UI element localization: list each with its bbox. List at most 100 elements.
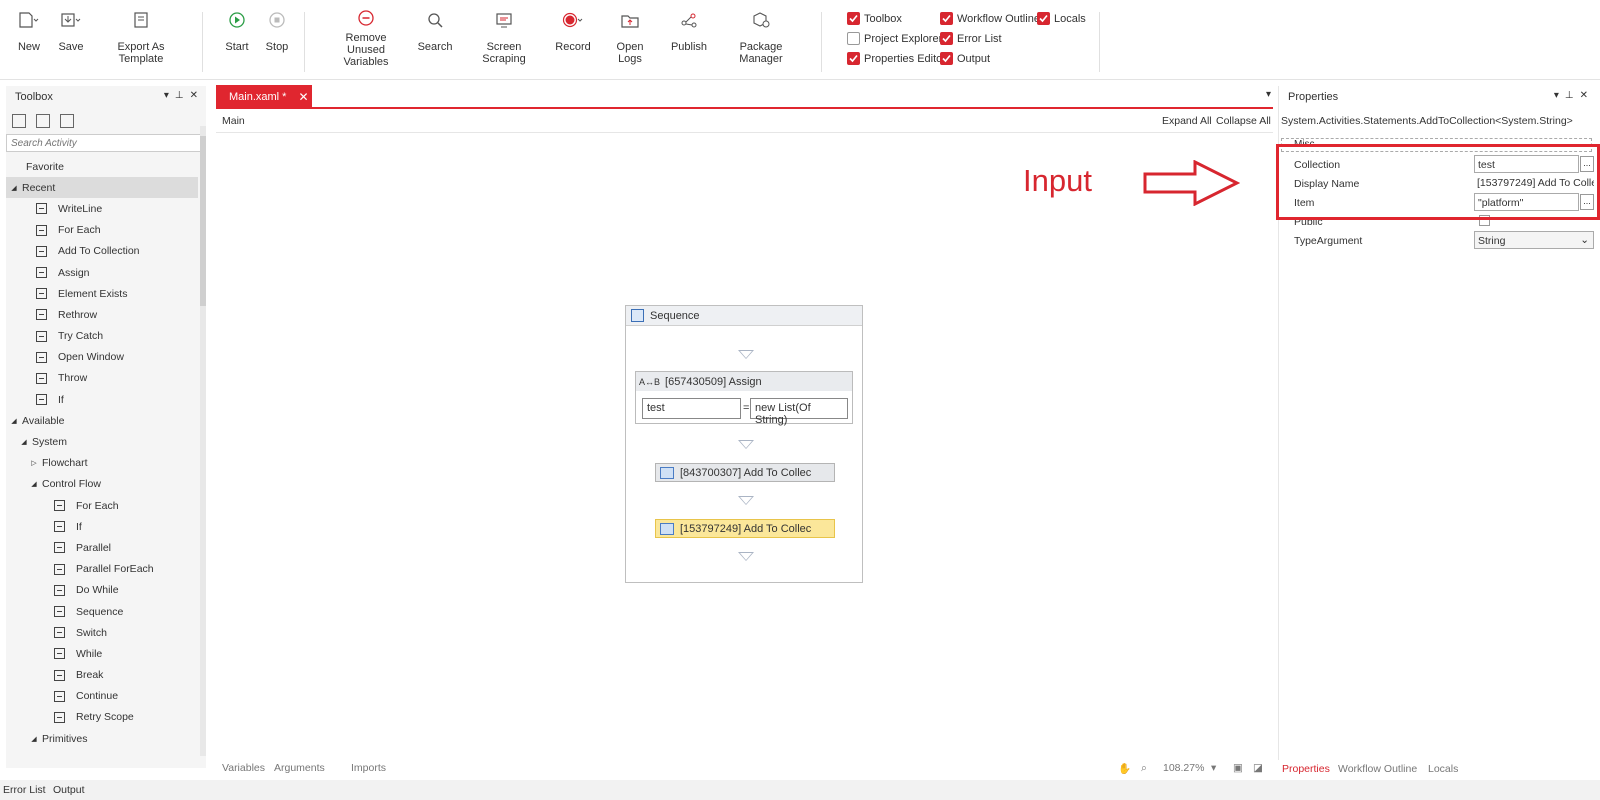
dropdown-icon[interactable]: ▾ xyxy=(1554,90,1559,101)
toggle-project-explorer[interactable]: Project Explorer xyxy=(847,32,942,45)
toolbox-scrollbar[interactable] xyxy=(200,126,206,756)
start-button[interactable]: Start xyxy=(224,8,250,68)
toolbox-item[interactable]: ◢ Primitives xyxy=(6,728,198,749)
drop-target-arrow-icon[interactable] xyxy=(738,440,754,449)
add-to-collection-activity-2[interactable]: [153797249] Add To Collec xyxy=(655,519,835,538)
typeargument-select[interactable]: String ⌄ xyxy=(1474,231,1594,249)
screen-scraping-button[interactable]: Screen Scraping xyxy=(466,8,542,68)
toolbox-item[interactable]: For Each xyxy=(6,495,198,516)
toolbox-item[interactable]: Switch xyxy=(6,622,198,643)
zoom-icon[interactable]: ⌕ xyxy=(1141,762,1147,775)
remove-unused-variables-button[interactable]: Remove Unused Variables xyxy=(328,8,404,68)
toolbox-item[interactable]: Retry Scope xyxy=(6,707,198,728)
toggle-workflow-outline[interactable]: Workflow Outline xyxy=(940,12,1040,25)
toolbox-item[interactable]: For Each xyxy=(6,220,198,241)
assign-to-field[interactable]: test xyxy=(642,398,741,419)
expanded-arrow-icon[interactable]: ◢ xyxy=(10,181,18,195)
export-template-button[interactable]: Export As Template xyxy=(96,8,186,68)
toolbox-item[interactable]: ◢ Control Flow xyxy=(6,474,198,495)
imports-tab[interactable]: Imports xyxy=(351,762,386,774)
toolbox-item[interactable]: Assign xyxy=(6,262,198,283)
close-icon[interactable]: ✕ xyxy=(190,90,198,101)
add-to-collection-activity-1[interactable]: [843700307] Add To Collec xyxy=(655,463,835,482)
toolbox-item[interactable]: Throw xyxy=(6,368,198,389)
toolbox-item[interactable]: ◢ Available xyxy=(6,410,198,431)
toolbox-item[interactable]: Element Exists xyxy=(6,283,198,304)
variables-tab[interactable]: Variables xyxy=(222,762,265,774)
toolbox-item[interactable]: If xyxy=(6,389,198,410)
zoom-level[interactable]: 108.27% xyxy=(1163,762,1204,774)
search-activity-input[interactable] xyxy=(6,134,206,152)
toolbox-item[interactable]: Open Window xyxy=(6,347,198,368)
toolbox-item[interactable]: Rethrow xyxy=(6,304,198,325)
new-button[interactable]: New xyxy=(14,8,44,68)
toggle-toolbox[interactable]: Toolbox xyxy=(847,12,902,25)
toolbox-item[interactable]: ◢ Recent xyxy=(6,177,198,199)
package-manager-button[interactable]: Package Manager xyxy=(721,8,801,68)
expanded-arrow-icon[interactable]: ◢ xyxy=(30,477,38,491)
expanded-arrow-icon[interactable]: ◢ xyxy=(20,435,28,449)
activity-label: [843700307] Add To Collec xyxy=(680,466,812,479)
tab-overflow-icon[interactable]: ▾ xyxy=(1266,89,1271,100)
assign-activity[interactable]: A↔B [657430509] Assign test = new List(Of… xyxy=(635,371,853,426)
toolbox-item[interactable]: While xyxy=(6,643,198,664)
drop-target-arrow-icon[interactable] xyxy=(738,496,754,505)
footer-output-tab[interactable]: Output xyxy=(53,784,85,796)
stop-button[interactable]: Stop xyxy=(264,8,290,68)
toolbox-item[interactable]: Sequence xyxy=(6,601,198,622)
toolbox-item[interactable]: Parallel ForEach xyxy=(6,559,198,580)
footer-error-list-tab[interactable]: Error List xyxy=(3,784,46,796)
add-collection-icon xyxy=(660,466,674,479)
pin-icon[interactable]: ⊥ xyxy=(175,90,184,101)
toolbox-item[interactable]: Do While xyxy=(6,580,198,601)
collapsed-arrow-icon[interactable]: ▷ xyxy=(30,456,38,470)
breadcrumb[interactable]: Main xyxy=(222,115,245,127)
save-button[interactable]: Save xyxy=(56,8,86,68)
record-button[interactable]: Record xyxy=(555,8,591,68)
toggle-properties-editor[interactable]: Properties Editor xyxy=(847,52,946,65)
pin-icon[interactable]: ⊥ xyxy=(1565,90,1574,101)
open-logs-button[interactable]: Open Logs xyxy=(605,8,655,68)
hand-pan-icon[interactable]: ✋ xyxy=(1118,762,1131,775)
toolbox-item[interactable]: Parallel xyxy=(6,537,198,558)
expanded-arrow-icon[interactable]: ◢ xyxy=(10,414,18,428)
overview-icon[interactable]: ◪ xyxy=(1253,762,1263,774)
scroll-thumb[interactable] xyxy=(200,136,206,306)
toolbox-item[interactable]: ◢ System xyxy=(6,431,198,452)
arguments-tab[interactable]: Arguments xyxy=(274,762,325,774)
drop-target-arrow-icon[interactable] xyxy=(738,552,754,561)
zoom-dropdown-icon[interactable]: ▾ xyxy=(1211,762,1216,774)
drop-target-arrow-icon[interactable] xyxy=(738,350,754,359)
toolbox-item[interactable]: WriteLine xyxy=(6,198,198,219)
collapse-all-link[interactable]: Collapse All xyxy=(1216,115,1271,127)
dropdown-icon[interactable]: ▾ xyxy=(164,90,169,101)
close-tab-icon[interactable]: ✕ xyxy=(298,90,308,104)
tab-properties[interactable]: Properties xyxy=(1282,763,1330,775)
toolbox-item[interactable]: If xyxy=(6,516,198,537)
list-view-icon[interactable] xyxy=(60,114,74,128)
toolbox-item[interactable]: Favorite xyxy=(6,156,198,177)
collapse-all-icon[interactable] xyxy=(36,114,50,128)
toggle-error-list[interactable]: Error List xyxy=(940,32,1002,45)
tab-locals[interactable]: Locals xyxy=(1428,763,1458,775)
toggle-output[interactable]: Output xyxy=(940,52,990,65)
expand-all-icon[interactable] xyxy=(12,114,26,128)
sequence-container[interactable]: Sequence A↔B [657430509] Assign test = ne… xyxy=(625,305,863,583)
close-icon[interactable]: ✕ xyxy=(1580,90,1588,101)
expand-all-link[interactable]: Expand All xyxy=(1162,115,1212,127)
toolbox-item-label: Flowchart xyxy=(42,457,88,470)
toggle-locals[interactable]: Locals xyxy=(1037,12,1086,25)
toolbox-item[interactable]: Break xyxy=(6,665,198,686)
search-button[interactable]: Search xyxy=(418,8,452,68)
save-label: Save xyxy=(58,41,84,53)
publish-button[interactable]: Publish xyxy=(670,8,708,68)
toolbox-item[interactable]: Try Catch xyxy=(6,326,198,347)
toolbox-item[interactable]: ▷ Flowchart xyxy=(6,453,198,474)
tab-workflow-outline[interactable]: Workflow Outline xyxy=(1338,763,1417,775)
toolbox-item[interactable]: Add To Collection xyxy=(6,241,198,262)
fit-screen-icon[interactable]: ▣ xyxy=(1233,762,1243,774)
tab-main-xaml[interactable]: Main.xaml * ✕ xyxy=(216,85,312,108)
toolbox-item[interactable]: Continue xyxy=(6,686,198,707)
assign-value-field[interactable]: new List(Of String) xyxy=(750,398,848,426)
expanded-arrow-icon[interactable]: ◢ xyxy=(30,732,38,746)
